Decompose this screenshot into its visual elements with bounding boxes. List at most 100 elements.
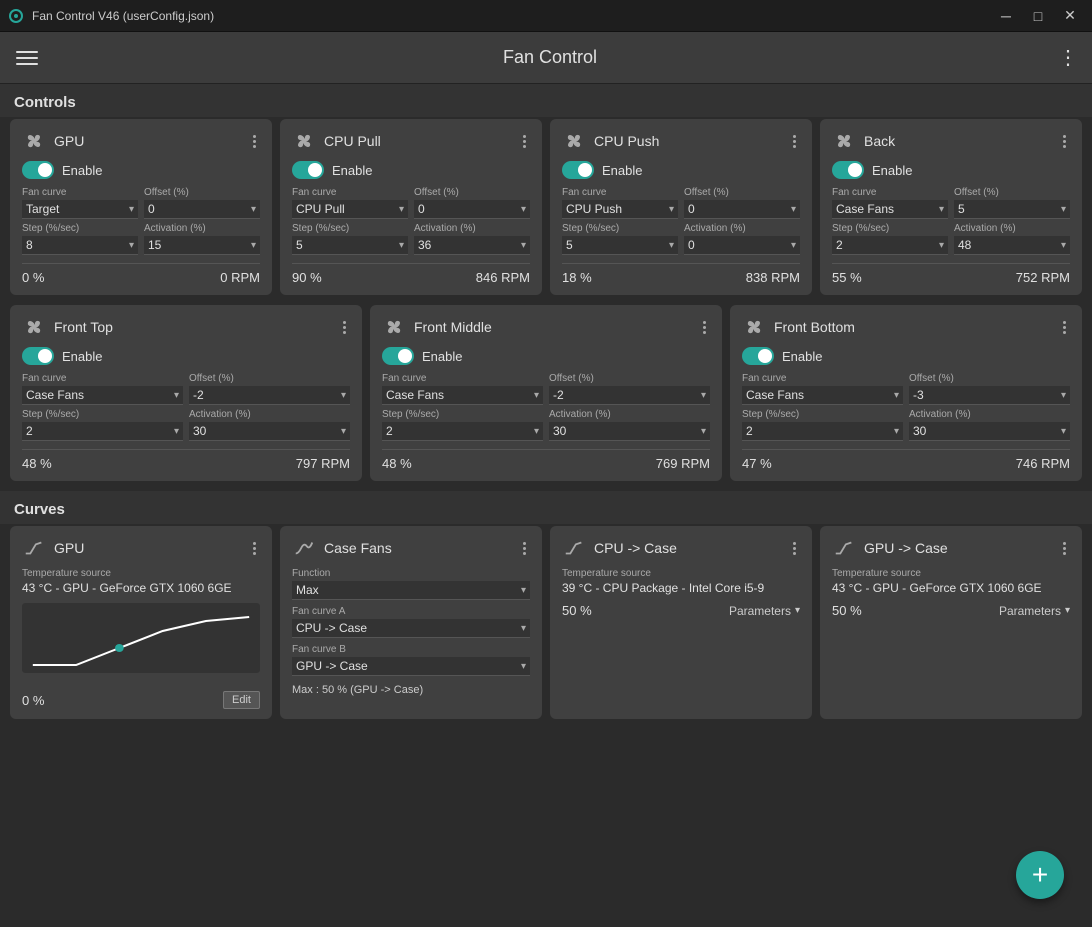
step-row: Step (%/sec) 8 ▾ Activation (%) 15 ▾ — [22, 223, 260, 255]
form-group: Activation (%) 0 ▾ — [684, 223, 800, 255]
card-title: Front Top — [54, 319, 113, 335]
temp-source-label: Temperature source — [832, 568, 1070, 579]
enable-toggle[interactable] — [382, 347, 414, 365]
card-header: GPU -> Case — [832, 536, 1070, 560]
rpm-stat: 752 RPM — [1016, 270, 1070, 285]
stats-row: 55 % 752 RPM — [832, 263, 1070, 285]
form-group: Step (%/sec) 2 ▾ — [832, 223, 948, 255]
nav-bar: Fan Control ⋮ — [0, 32, 1092, 84]
fan-curve-row: Fan curve Case Fans ▾ Offset (%) -2 ▾ — [382, 373, 710, 405]
control-card: Front Middle Enable Fan curve Case Fans … — [370, 305, 722, 481]
form-group: Step (%/sec) 2 ▾ — [22, 409, 183, 441]
form-group: Fan curve CPU Push ▾ — [562, 187, 678, 219]
fan-curve-row: Fan curve CPU Pull ▾ Offset (%) 0 ▾ — [292, 187, 530, 219]
fan-icon — [562, 129, 586, 153]
card-header: CPU Pull — [292, 129, 530, 153]
stats-row: 47 % 746 RPM — [742, 449, 1070, 471]
hamburger-menu[interactable] — [12, 47, 42, 69]
toggle-row: Enable — [292, 161, 530, 179]
enable-toggle[interactable] — [832, 161, 864, 179]
parameters-button[interactable]: Parameters ▾ — [999, 604, 1070, 618]
toggle-row: Enable — [382, 347, 710, 365]
temp-source-value: 43 °C - GPU - GeForce GTX 1060 6GE — [22, 581, 260, 595]
pct-stat: 50 % — [832, 603, 862, 618]
card-more-dots[interactable] — [699, 319, 710, 336]
minimize-button[interactable]: ─ — [992, 6, 1020, 26]
curve-icon — [562, 536, 586, 560]
stats-row: 48 % 769 RPM — [382, 449, 710, 471]
rpm-stat: 746 RPM — [1016, 456, 1070, 471]
form-group: Activation (%) 48 ▾ — [954, 223, 1070, 255]
card-title: Back — [864, 133, 895, 149]
card-more-dots[interactable] — [519, 540, 530, 557]
enable-toggle[interactable] — [742, 347, 774, 365]
parameters-button[interactable]: Parameters ▾ — [729, 604, 800, 618]
stats-row: 48 % 797 RPM — [22, 449, 350, 471]
rpm-stat: 838 RPM — [746, 270, 800, 285]
form-group: Step (%/sec) 5 ▾ — [562, 223, 678, 255]
title-bar: Fan Control V46 (userConfig.json) ─ □ ✕ — [0, 0, 1092, 32]
control-card: Front Top Enable Fan curve Case Fans ▾ O… — [10, 305, 362, 481]
app-title: Fan Control — [503, 47, 597, 68]
card-title: GPU — [54, 133, 84, 149]
pct-stat: 50 % — [562, 603, 592, 618]
fan-curve-row: Fan curve CPU Push ▾ Offset (%) 0 ▾ — [562, 187, 800, 219]
curve-icon — [22, 536, 46, 560]
nav-more-icon[interactable]: ⋮ — [1058, 45, 1080, 70]
control-card: Front Bottom Enable Fan curve Case Fans … — [730, 305, 1082, 481]
step-row: Step (%/sec) 2 ▾ Activation (%) 48 ▾ — [832, 223, 1070, 255]
card-more-dots[interactable] — [249, 133, 260, 150]
maximize-button[interactable]: □ — [1024, 6, 1052, 26]
form-group: Activation (%) 15 ▾ — [144, 223, 260, 255]
form-group: Activation (%) 36 ▾ — [414, 223, 530, 255]
curves-section-header: Curves — [0, 491, 1092, 524]
form-group: Fan curve Target ▾ — [22, 187, 138, 219]
form-group: Fan curve Case Fans ▾ — [382, 373, 543, 405]
card-title: CPU Push — [594, 133, 659, 149]
rpm-stat: 769 RPM — [656, 456, 710, 471]
form-group: Offset (%) 0 ▾ — [144, 187, 260, 219]
app-icon — [8, 8, 24, 24]
card-header: Case Fans — [292, 536, 530, 560]
form-group: Fan curve Case Fans ▾ — [832, 187, 948, 219]
enable-toggle[interactable] — [22, 347, 54, 365]
toggle-row: Enable — [22, 347, 350, 365]
parameters-row: 50 % Parameters ▾ — [562, 603, 800, 618]
step-row: Step (%/sec) 5 ▾ Activation (%) 36 ▾ — [292, 223, 530, 255]
toggle-label: Enable — [332, 163, 372, 178]
title-bar-left: Fan Control V46 (userConfig.json) — [8, 8, 214, 24]
card-header: Front Bottom — [742, 315, 1070, 339]
toggle-row: Enable — [832, 161, 1070, 179]
card-title: Front Bottom — [774, 319, 855, 335]
fan-curve-row: Fan curve Target ▾ Offset (%) 0 ▾ — [22, 187, 260, 219]
add-fab[interactable]: + — [1016, 851, 1064, 899]
enable-toggle[interactable] — [562, 161, 594, 179]
form-group: Fan curve Case Fans ▾ — [22, 373, 183, 405]
enable-toggle[interactable] — [292, 161, 324, 179]
curve-icon — [832, 536, 856, 560]
pct-stat: 0 % — [22, 270, 44, 285]
title-bar-text: Fan Control V46 (userConfig.json) — [32, 9, 214, 23]
card-header: CPU -> Case — [562, 536, 800, 560]
card-more-dots[interactable] — [1059, 540, 1070, 557]
card-more-dots[interactable] — [1059, 133, 1070, 150]
form-group: Offset (%) -3 ▾ — [909, 373, 1070, 405]
enable-toggle[interactable] — [22, 161, 54, 179]
temp-source-label: Temperature source — [562, 568, 800, 579]
card-more-dots[interactable] — [1059, 319, 1070, 336]
control-card: Back Enable Fan curve Case Fans ▾ Offset… — [820, 119, 1082, 295]
card-more-dots[interactable] — [789, 133, 800, 150]
controls-row1: GPU Enable Fan curve Target ▾ Offset (%)… — [0, 119, 1092, 305]
card-more-dots[interactable] — [249, 540, 260, 557]
form-group: Step (%/sec) 5 ▾ — [292, 223, 408, 255]
pct-stat: 90 % — [292, 270, 322, 285]
card-more-dots[interactable] — [519, 133, 530, 150]
close-button[interactable]: ✕ — [1056, 6, 1084, 26]
fan-curve-row: Fan curve Case Fans ▾ Offset (%) -2 ▾ — [22, 373, 350, 405]
curves-grid: GPU Temperature source 43 °C - GPU - GeF… — [0, 526, 1092, 729]
card-more-dots[interactable] — [789, 540, 800, 557]
rpm-stat: 0 RPM — [220, 270, 260, 285]
card-more-dots[interactable] — [339, 319, 350, 336]
temp-source-value: 43 °C - GPU - GeForce GTX 1060 6GE — [832, 581, 1070, 595]
edit-button[interactable]: Edit — [223, 691, 260, 709]
